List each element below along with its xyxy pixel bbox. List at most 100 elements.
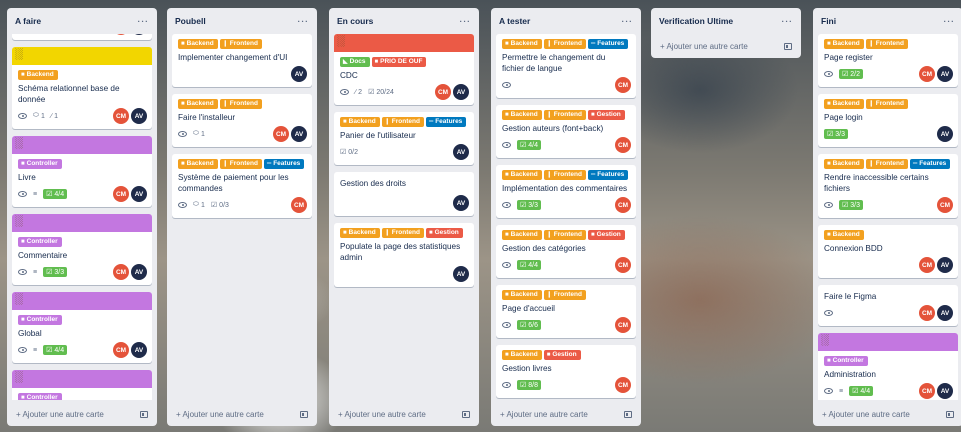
avatar[interactable]: CM	[113, 34, 129, 35]
label-gestion[interactable]: ■ Gestion	[425, 228, 463, 238]
label-backend[interactable]: ■ Backend	[824, 39, 864, 49]
list-title[interactable]: A faire	[15, 16, 41, 26]
label-frontend[interactable]: ❙ Frontend	[865, 99, 908, 109]
card[interactable]: ■ Backend ❙ Frontend Page register ☑ 2/2 CM AV	[818, 34, 958, 87]
avatar[interactable]: AV	[453, 266, 469, 282]
card[interactable]: ■ Backend ❙ Frontend Page login ☑ 3/3 AV	[818, 94, 958, 147]
list-header[interactable]: Poubell ···	[167, 8, 317, 34]
avatar[interactable]: AV	[453, 144, 469, 160]
label-gestion[interactable]: ■ Gestion	[543, 350, 581, 360]
card[interactable]: ░ ■ Controller Commentaire ≡ ☑ 3/3 CM AV	[12, 214, 152, 285]
card[interactable]: Faire le Figma CM AV	[818, 285, 958, 326]
card[interactable]: ■ Backend Connexion BDD CM AV	[818, 225, 958, 278]
list-menu-icon[interactable]: ···	[944, 16, 956, 26]
card[interactable]: Gestion des droits AV	[334, 172, 474, 216]
label-backend[interactable]: ■ Backend	[502, 110, 542, 120]
label-frontend[interactable]: ❙ Frontend	[543, 170, 586, 180]
avatar[interactable]: AV	[291, 66, 307, 82]
list-header[interactable]: A tester ···	[491, 8, 641, 34]
add-card-label[interactable]: + Ajouter une autre carte	[660, 42, 748, 51]
label-backend[interactable]: ■ Backend	[824, 230, 864, 240]
add-card-label[interactable]: + Ajouter une autre carte	[500, 410, 588, 419]
card[interactable]: ░ ■ Controller Livre ≡ ☑ 4/4 CM AV	[12, 136, 152, 207]
add-card-button[interactable]: + Ajouter une autre carte	[491, 402, 641, 426]
list-title[interactable]: Fini	[821, 16, 836, 26]
add-card-label[interactable]: + Ajouter une autre carte	[176, 410, 264, 419]
avatar[interactable]: CM	[919, 305, 935, 321]
list-header[interactable]: Verification Ultime ···	[651, 8, 801, 34]
avatar[interactable]: AV	[937, 383, 953, 399]
label-frontend[interactable]: ❙ Frontend	[381, 228, 424, 238]
card-template-icon[interactable]	[624, 410, 632, 418]
card[interactable]: ░ ■ Backend Schéma relationnel base de donn…	[12, 47, 152, 129]
label-frontend[interactable]: ❙ Frontend	[865, 159, 908, 169]
card[interactable]: ■ Backend ❙ Frontend ■ Gestion Gestion auteurs…	[496, 105, 636, 158]
avatar[interactable]: CM	[113, 342, 129, 358]
list-menu-icon[interactable]: ···	[460, 16, 472, 26]
label-backend[interactable]: ■ Backend	[502, 170, 542, 180]
add-card-label[interactable]: + Ajouter une autre carte	[822, 410, 910, 419]
avatar[interactable]: CM	[919, 257, 935, 273]
label-backend[interactable]: ■ Backend	[502, 39, 542, 49]
label-docs[interactable]: ◣ Docs	[340, 57, 370, 67]
card[interactable]: ■ Backend ❙ Frontend ■ Gestion Populate la pag…	[334, 223, 474, 287]
card-template-icon[interactable]	[784, 42, 792, 50]
avatar[interactable]: AV	[937, 126, 953, 142]
label-backend[interactable]: ■ Backend	[18, 70, 58, 80]
card-template-icon[interactable]	[300, 410, 308, 418]
card-template-icon[interactable]	[140, 410, 148, 418]
label-features[interactable]: ═ Features	[425, 117, 467, 127]
card[interactable]: ■ Backend ❙ Frontend Implementer changement …	[172, 34, 312, 87]
add-card-button[interactable]: + Ajouter une autre carte	[651, 34, 801, 58]
card[interactable]: ■ Backend ❙ Frontend ═ Features Système de pai…	[172, 154, 312, 218]
avatar[interactable]: AV	[291, 126, 307, 142]
label-backend[interactable]: ■ Backend	[824, 99, 864, 109]
add-card-button[interactable]: + Ajouter une autre carte	[7, 402, 157, 426]
label-controller[interactable]: ■ Controller	[18, 315, 62, 325]
add-card-label[interactable]: + Ajouter une autre carte	[338, 410, 426, 419]
label-backend[interactable]: ■ Backend	[824, 159, 864, 169]
label-features[interactable]: ═ Features	[263, 159, 305, 169]
add-card-button[interactable]: + Ajouter une autre carte	[329, 402, 479, 426]
card-template-icon[interactable]	[462, 410, 470, 418]
label-frontend[interactable]: ❙ Frontend	[219, 39, 262, 49]
avatar[interactable]: CM	[937, 197, 953, 213]
card-template-icon[interactable]	[946, 410, 954, 418]
label-backend[interactable]: ■ Backend	[340, 117, 380, 127]
avatar[interactable]: CM	[919, 383, 935, 399]
avatar[interactable]: CM	[615, 257, 631, 273]
list-title[interactable]: En cours	[337, 16, 373, 26]
card[interactable]: ░ ■ Controller Global ≡ ☑ 4/4 CM AV	[12, 292, 152, 363]
label-backend[interactable]: ■ Backend	[502, 290, 542, 300]
label-features[interactable]: ═ Features	[909, 159, 951, 169]
card[interactable]: ■ Backend ❙ Frontend ═ Features Permettre le c…	[496, 34, 636, 98]
label-gestion[interactable]: ■ Gestion	[587, 230, 625, 240]
label-prio[interactable]: ■ PRIO DE OUF	[371, 57, 427, 67]
label-frontend[interactable]: ❙ Frontend	[543, 290, 586, 300]
avatar[interactable]: AV	[131, 186, 147, 202]
avatar[interactable]: CM	[615, 317, 631, 333]
label-controller[interactable]: ■ Controller	[824, 356, 868, 366]
avatar[interactable]: CM	[615, 137, 631, 153]
list-menu-icon[interactable]: ···	[622, 16, 634, 26]
add-card-label[interactable]: + Ajouter une autre carte	[16, 410, 104, 419]
avatar[interactable]: CM	[615, 77, 631, 93]
card[interactable]: ■ Backend ❙ Frontend ═ Features Rendre inacces…	[818, 154, 958, 218]
card[interactable]: ░ ■ Controller Administration ≡ ☑ 4/4 CM AV	[818, 333, 958, 400]
label-features[interactable]: ═ Features	[587, 170, 629, 180]
label-controller[interactable]: ■ Controller	[18, 159, 62, 169]
add-card-button[interactable]: + Ajouter une autre carte	[167, 402, 317, 426]
label-frontend[interactable]: ❙ Frontend	[543, 39, 586, 49]
label-backend[interactable]: ■ Backend	[178, 99, 218, 109]
label-gestion[interactable]: ■ Gestion	[587, 110, 625, 120]
add-card-button[interactable]: + Ajouter une autre carte	[813, 402, 961, 426]
label-backend[interactable]: ■ Backend	[502, 350, 542, 360]
card[interactable]: ■ Backend ❙ Frontend Page d'accueil ☑ 6/6 CM	[496, 285, 636, 338]
avatar[interactable]: AV	[937, 305, 953, 321]
avatar[interactable]: AV	[131, 342, 147, 358]
label-backend[interactable]: ■ Backend	[340, 228, 380, 238]
list-header[interactable]: En cours ···	[329, 8, 479, 34]
avatar[interactable]: AV	[131, 34, 147, 35]
label-frontend[interactable]: ❙ Frontend	[219, 159, 262, 169]
avatar[interactable]: AV	[937, 257, 953, 273]
